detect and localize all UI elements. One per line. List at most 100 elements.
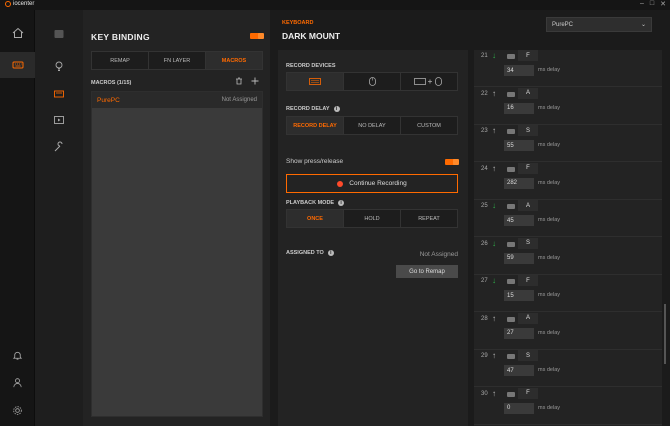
delay-option-none[interactable]: NO DELAY — [344, 117, 401, 134]
step-number: 23 — [481, 128, 488, 134]
feature-video[interactable] — [35, 108, 83, 132]
nav-home[interactable] — [0, 20, 35, 46]
maximize-icon[interactable]: □ — [650, 0, 654, 8]
nav-notifications[interactable] — [0, 350, 35, 361]
delay-unit: ms delay — [538, 142, 561, 148]
macro-step[interactable]: 27 ↓ F 15 ms delay — [474, 275, 662, 312]
key-down-arrow-icon: ↓ — [492, 51, 496, 60]
keyboard-icon — [507, 166, 515, 172]
step-key[interactable]: A — [518, 87, 538, 99]
step-key[interactable]: F — [518, 50, 538, 61]
step-key[interactable]: S — [518, 125, 538, 136]
keyboard-icon — [507, 129, 515, 134]
delay-input[interactable]: 59 — [504, 252, 534, 264]
macro-step[interactable]: 25 ↓ A 45 ms delay — [474, 200, 662, 237]
trash-icon[interactable] — [235, 77, 243, 85]
step-key[interactable]: A — [518, 312, 538, 324]
recording-settings: RECORD DEVICES RECORD DELAY i RECORD DEL… — [278, 50, 468, 426]
record-devices-label: RECORD DEVICES — [286, 63, 336, 69]
step-key[interactable]: S — [518, 237, 538, 249]
playback-repeat[interactable]: REPEAT — [401, 210, 457, 227]
keyboard-icon — [507, 204, 515, 209]
macro-step[interactable]: 24 ↑ F 282 ms delay — [474, 162, 662, 200]
device-icon — [54, 30, 64, 38]
key-down-arrow-icon: ↓ — [492, 201, 496, 210]
playback-hold[interactable]: HOLD — [344, 210, 401, 227]
list-item[interactable]: PurePC Not Assigned — [92, 92, 262, 108]
step-key[interactable]: F — [518, 387, 538, 399]
macro-editor: KEYBOARD DARK MOUNT RECORD DEVICES RECOR… — [270, 10, 468, 426]
feature-tools[interactable] — [35, 135, 83, 159]
nav-settings[interactable] — [0, 405, 35, 416]
step-number: 25 — [481, 203, 488, 209]
tab-macros[interactable]: MACROS — [206, 52, 262, 69]
go-to-remap-button[interactable]: Go to Remap — [396, 265, 458, 278]
bulb-icon — [55, 61, 63, 71]
delay-input[interactable]: 282 — [504, 177, 534, 189]
playback-once[interactable]: ONCE — [287, 210, 344, 227]
delay-input[interactable]: 47 — [504, 365, 534, 376]
steps-scrollbar[interactable] — [664, 304, 666, 364]
profile-select[interactable]: PurePC ⌄ — [546, 17, 652, 32]
macro-step[interactable]: 23 ↑ S 55 ms delay — [474, 125, 662, 162]
feature-keybinding[interactable] — [35, 82, 83, 106]
assigned-value: Not Assigned — [419, 251, 458, 258]
macro-step[interactable]: 29 ↑ S 47 ms delay — [474, 350, 662, 387]
tab-fn-layer[interactable]: FN LAYER — [149, 52, 206, 69]
macro-actions — [235, 77, 259, 85]
record-keyboard[interactable] — [287, 73, 344, 90]
macro-step[interactable]: 30 ↑ F 0 ms delay — [474, 387, 662, 425]
title-bar: iocenter – □ ✕ — [0, 0, 670, 10]
info-icon[interactable]: i — [333, 106, 340, 112]
show-press-toggle[interactable] — [445, 159, 459, 165]
feature-lighting[interactable] — [35, 54, 83, 78]
minimize-icon[interactable]: – — [640, 0, 644, 8]
add-icon[interactable] — [251, 77, 259, 85]
delay-input[interactable]: 34 — [504, 65, 534, 76]
keyboard-icon — [507, 316, 515, 322]
record-delay-label-row: RECORD DELAY i — [286, 106, 340, 112]
keyboard-icon — [507, 391, 515, 397]
app-logo: iocenter — [5, 1, 34, 7]
delay-unit: ms delay — [538, 179, 561, 186]
key-binding-toggle[interactable] — [250, 33, 264, 39]
delay-input[interactable]: 0 — [504, 402, 534, 414]
delay-option-record[interactable]: RECORD DELAY — [287, 117, 344, 134]
step-key[interactable]: A — [518, 200, 538, 211]
delay-input[interactable]: 45 — [504, 215, 534, 226]
nav-keyboard[interactable] — [0, 52, 35, 78]
macro-steps-panel: PurePC ⌄ 21 ↓ F 34 ms delay 22 ↑ A 16 ms delay 23 ↑… — [468, 10, 670, 426]
main-nav-rail — [0, 10, 35, 426]
keyboard-icon — [12, 61, 23, 69]
macro-step[interactable]: 22 ↑ A 16 ms delay — [474, 87, 662, 125]
step-key[interactable]: F — [518, 275, 538, 286]
macro-list: PurePC Not Assigned — [91, 91, 263, 417]
info-icon[interactable]: i — [338, 200, 345, 206]
macros-count-label: MACROS (1/15) — [91, 80, 132, 86]
continue-recording-button[interactable]: Continue Recording — [286, 174, 458, 193]
record-mouse[interactable] — [344, 73, 401, 90]
step-key[interactable]: S — [518, 350, 538, 361]
playback-label-row: PLAYBACK MODE i — [286, 200, 345, 206]
keyboard-icon — [507, 91, 515, 97]
macro-step[interactable]: 26 ↓ S 59 ms delay — [474, 237, 662, 275]
step-key[interactable]: F — [518, 162, 538, 174]
delay-unit: ms delay — [538, 254, 561, 261]
close-icon[interactable]: ✕ — [660, 0, 666, 8]
macro-step[interactable]: 21 ↓ F 34 ms delay — [474, 50, 662, 87]
tab-remap[interactable]: REMAP — [92, 52, 149, 69]
key-up-arrow-icon: ↑ — [492, 351, 496, 360]
delay-input[interactable]: 16 — [504, 102, 534, 114]
nav-profile[interactable] — [0, 377, 35, 388]
delay-unit: ms delay — [538, 67, 561, 73]
feature-device[interactable] — [35, 22, 83, 46]
delay-input[interactable]: 55 — [504, 140, 534, 151]
delay-input[interactable]: 27 — [504, 327, 534, 339]
macro-step[interactable]: 28 ↑ A 27 ms delay — [474, 312, 662, 350]
delay-input[interactable]: 15 — [504, 290, 534, 301]
delay-option-custom[interactable]: CUSTOM — [401, 117, 457, 134]
record-keyboard-and-mouse[interactable] — [401, 73, 457, 90]
logo-icon — [5, 1, 11, 7]
keyboard-icon — [507, 279, 515, 284]
info-icon[interactable]: i — [327, 250, 334, 256]
